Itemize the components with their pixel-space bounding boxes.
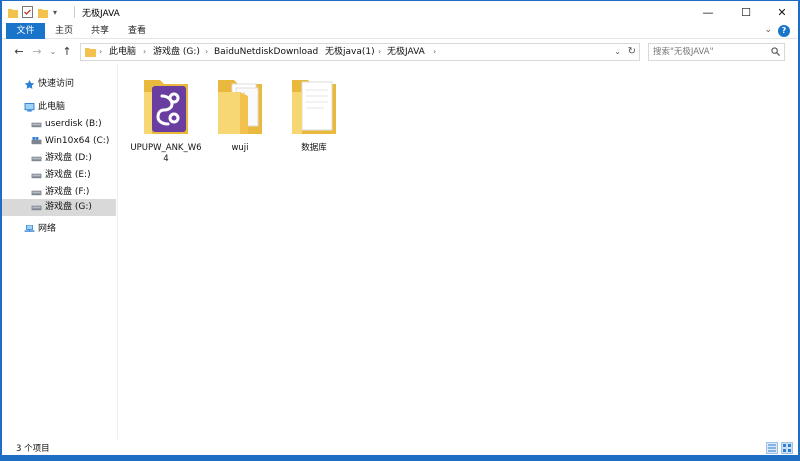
recent-locations-icon[interactable]: ⌄ [46, 44, 60, 60]
file-item-upupw[interactable]: UPUPW_ANK_W64 [129, 74, 203, 165]
nav-item-label: 此电脑 [38, 102, 66, 112]
star-icon [24, 80, 35, 89]
nav-item-label: 游戏盘 (D:) [45, 153, 92, 163]
file-list: UPUPW_ANK_W64 wuji 数据库 [119, 64, 798, 439]
address-history-dropdown-icon[interactable]: ⌄ [614, 44, 621, 60]
breadcrumb-this-pc[interactable]: 此电脑 [109, 44, 136, 60]
tab-view[interactable]: 查看 [123, 23, 151, 39]
item-count: 3 个项目 [16, 444, 50, 454]
new-folder-icon[interactable] [38, 5, 48, 19]
nav-item-label: 游戏盘 (E:) [45, 170, 91, 180]
network-icon [24, 225, 35, 232]
nav-item-network[interactable]: 网络 [2, 221, 116, 238]
ribbon-tabs: 文件 主页 共享 查看 ⌄ ? [2, 23, 798, 39]
file-item-database[interactable]: 数据库 [277, 74, 351, 154]
breadcrumb-separator: › [205, 47, 209, 56]
nav-item-label: userdisk (B:) [45, 119, 102, 129]
tab-home[interactable]: 主页 [50, 23, 78, 39]
tab-share[interactable]: 共享 [86, 23, 114, 39]
folder-small-icon [8, 5, 18, 19]
search-box[interactable] [648, 43, 785, 61]
breadcrumb-separator: › [143, 47, 147, 56]
drive-icon [31, 122, 42, 128]
file-name: UPUPW_ANK_W64 [130, 143, 202, 164]
tab-file[interactable]: 文件 [6, 23, 45, 39]
address-bar[interactable]: › 此电脑 › 游戏盘 (G:) › BaiduNetdiskDownload … [80, 43, 640, 61]
close-button[interactable]: ✕ [764, 1, 798, 23]
breadcrumb-separator: › [433, 47, 437, 56]
nav-item-this-pc[interactable]: 此电脑 [2, 99, 116, 116]
breadcrumb-drive-g[interactable]: 游戏盘 (G:) [153, 44, 200, 60]
details-view-icon[interactable] [766, 442, 778, 454]
file-item-wuji[interactable]: wuji [203, 74, 277, 154]
up-arrow-icon[interactable]: ↑ [60, 44, 74, 60]
breadcrumb-baidu-download[interactable]: BaiduNetdiskDownload [214, 44, 318, 60]
large-icons-view-icon[interactable] [781, 442, 793, 454]
search-icon[interactable] [771, 47, 780, 56]
navigation-pane: 快速访问 此电脑 userdisk (B:) Win10x64 (C:) 游戏盘… [2, 64, 118, 439]
breadcrumb-separator: › [99, 47, 103, 56]
forward-arrow-icon[interactable]: → [30, 44, 44, 60]
nav-item-quick-access[interactable]: 快速访问 [2, 76, 116, 93]
ribbon-expand-icon[interactable]: ⌄ [764, 25, 772, 35]
nav-item-label: 游戏盘 (G:) [45, 202, 92, 212]
title-separator [74, 6, 75, 18]
drive-icon [31, 205, 42, 211]
drive-icon [31, 173, 42, 179]
drive-icon [31, 190, 42, 196]
file-name: wuji [231, 143, 249, 153]
breadcrumb-separator: › [378, 47, 382, 56]
back-arrow-icon[interactable]: ← [12, 44, 26, 60]
nav-item-drive-c[interactable]: Win10x64 (C:) [2, 133, 116, 150]
status-bar: 3 个项目 [2, 439, 798, 455]
minimize-button[interactable]: — [690, 1, 726, 23]
windows-drive-icon [31, 137, 42, 145]
window-title: 无极JAVA [82, 9, 120, 19]
nav-item-label: 网络 [38, 224, 57, 234]
folder-icon [85, 48, 96, 57]
breadcrumb-wuji-java[interactable]: 无极JAVA [387, 44, 425, 60]
explorer-window: ▾ 无极JAVA — ☐ ✕ 文件 主页 共享 查看 ⌄ ? ← → ⌄ ↑ ›… [1, 0, 799, 456]
folder-with-files-icon [218, 80, 262, 134]
search-input[interactable] [653, 45, 763, 59]
drive-icon [31, 156, 42, 162]
upupw-app-folder-icon [144, 80, 188, 134]
nav-item-label: 快速访问 [38, 79, 75, 89]
properties-icon[interactable] [22, 5, 33, 19]
breadcrumb-separator: › [315, 47, 319, 56]
nav-item-label: Win10x64 (C:) [45, 136, 110, 146]
title-bar: ▾ 无极JAVA — ☐ ✕ [2, 1, 798, 23]
breadcrumb-wuji-java-1[interactable]: 无极java(1) [325, 44, 375, 60]
folder-with-document-icon [292, 80, 336, 134]
nav-item-drive-b[interactable]: userdisk (B:) [2, 116, 116, 133]
quick-access-dropdown-icon[interactable]: ▾ [53, 5, 57, 19]
maximize-button[interactable]: ☐ [728, 1, 764, 23]
navigation-bar: ← → ⌄ ↑ › 此电脑 › 游戏盘 (G:) › BaiduNetdiskD… [2, 40, 798, 64]
help-icon[interactable]: ? [778, 25, 790, 37]
file-name: 数据库 [301, 143, 327, 153]
nav-item-drive-g[interactable]: 游戏盘 (G:) [2, 199, 116, 216]
nav-item-drive-e[interactable]: 游戏盘 (E:) [2, 167, 116, 184]
nav-item-drive-d[interactable]: 游戏盘 (D:) [2, 150, 116, 167]
computer-icon [24, 103, 35, 112]
refresh-icon[interactable]: ↻ [628, 44, 636, 60]
